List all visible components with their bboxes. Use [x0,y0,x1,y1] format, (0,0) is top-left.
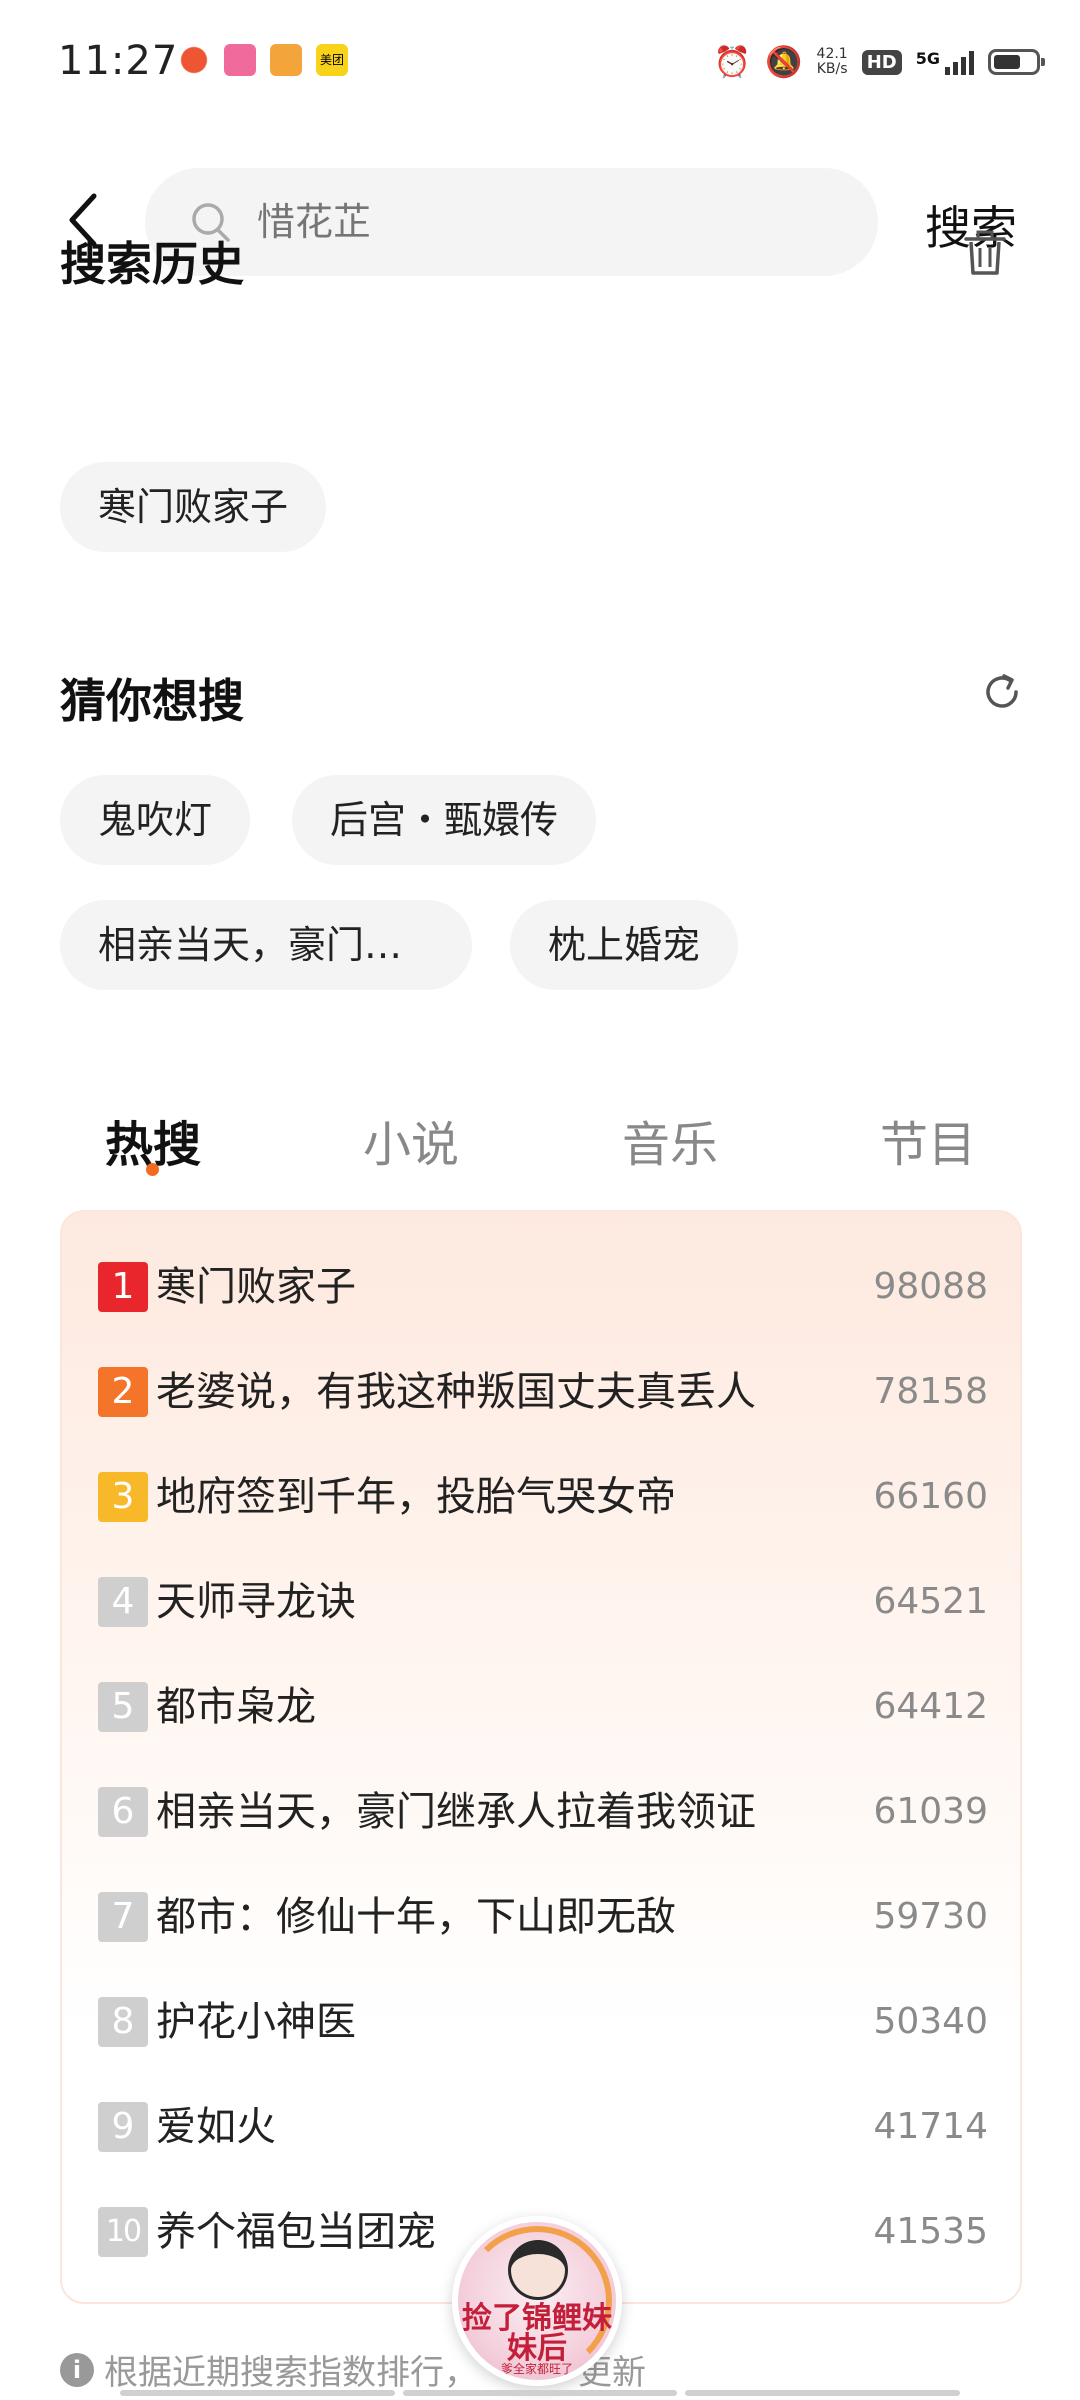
bilibili-notification-icon [224,44,256,76]
rank-title: 护花小神医 [156,1999,356,2045]
tab-music[interactable]: 音乐 [622,1105,718,1175]
search-bar[interactable] [145,168,878,276]
rank-title: 都市枭龙 [156,1684,316,1730]
active-tab-indicator [146,1163,159,1176]
refresh-icon [986,674,1018,708]
rank-count: 98088 [873,1266,988,1307]
game-notification-icon [270,44,302,76]
hot-search-row[interactable]: 2 老婆说，有我这种叛国丈夫真丢人 78158 [98,1367,988,1427]
history-title: 搜索历史 [60,237,244,291]
tab-programs[interactable]: 节目 [880,1105,976,1175]
rank-count: 66160 [873,1476,988,1517]
rank-badge: 8 [98,1997,148,2047]
rank-badge: 1 [98,1262,148,1312]
hot-search-list: 1 寒门败家子 98088 2 老婆说，有我这种叛国丈夫真丢人 78158 3 … [60,1210,1022,2304]
search-input[interactable] [257,168,817,276]
app-notification-icon [178,44,210,76]
cover-subtitle: 爹全家都旺了 [500,2362,573,2376]
rank-title: 寒门败家子 [156,1264,356,1310]
clear-history-button[interactable] [960,228,1010,278]
alarm-icon: ⏰ [713,44,752,80]
guess-chip[interactable]: 后宫・甄嬛传 [292,775,597,865]
rank-count: 41714 [873,2106,988,2147]
gesture-bar [120,2390,961,2396]
info-icon: i [60,2352,94,2387]
rank-title: 爱如火 [156,2104,276,2150]
hot-search-row[interactable]: 6 相亲当天，豪门继承人拉着我领证 61039 [98,1787,988,1847]
floating-player-cover[interactable]: 捡了锦鲤妹妹后 爹全家都旺了 [452,2216,622,2386]
guess-chip[interactable]: 相亲当天，豪门… [60,900,472,990]
rank-badge: 3 [98,1472,148,1522]
rank-count: 64521 [873,1581,988,1622]
rank-title: 地府签到千年，投胎气哭女帝 [156,1474,676,1520]
rank-title: 天师寻龙诀 [156,1579,356,1625]
guess-title: 猜你想搜 [60,674,244,728]
rank-count: 64412 [873,1686,988,1727]
mute-bell-icon: 🔕 [765,44,803,80]
guess-chip[interactable]: 鬼吹灯 [60,775,251,865]
rank-title: 养个福包当团宠 [156,2209,436,2255]
hot-search-row[interactable]: 1 寒门败家子 98088 [98,1262,988,1322]
rank-badge: 9 [98,2102,148,2152]
hot-search-row[interactable]: 7 都市：修仙十年，下山即无敌 59730 [98,1892,988,1952]
rank-count: 41535 [873,2211,988,2252]
search-page: 11:27 美团 ⏰ 🔕 42.1 KB/s HD 5G 惜花芷 搜索 搜索历史… [0,0,1080,2400]
rank-count: 59730 [873,1896,988,1937]
hot-search-row[interactable]: 3 地府签到千年，投胎气哭女帝 66160 [98,1472,988,1532]
trash-icon [964,230,1006,275]
rank-badge: 2 [98,1367,148,1417]
system-icons: ⏰ 🔕 42.1 KB/s HD 5G [713,42,1045,82]
signal-icon: 5G [916,49,974,75]
rank-badge: 7 [98,1892,148,1942]
hot-search-row[interactable]: 8 护花小神医 50340 [98,1997,988,2057]
rank-title: 老婆说，有我这种叛国丈夫真丢人 [156,1369,756,1415]
rank-badge: 4 [98,1577,148,1627]
history-chip[interactable]: 寒门败家子 [60,462,327,552]
rank-badge: 6 [98,1787,148,1837]
rank-badge: 5 [98,1682,148,1732]
hot-search-row[interactable]: 9 爱如火 41714 [98,2102,988,2162]
rank-title: 相亲当天，豪门继承人拉着我领证 [156,1789,756,1835]
hd-badge: HD [861,49,902,75]
status-bar: 11:27 美团 ⏰ 🔕 42.1 KB/s HD 5G [0,0,1080,120]
rank-count: 50340 [873,2001,988,2042]
rank-title: 都市：修仙十年，下山即无敌 [156,1894,676,1940]
hot-search-row[interactable]: 4 天师寻龙诀 64521 [98,1577,988,1637]
battery-icon [988,49,1045,75]
meituan-notification-icon: 美团 [316,44,348,76]
rank-count: 78158 [873,1371,988,1412]
refresh-button[interactable] [980,670,1024,714]
notification-icons: 美团 [178,44,348,76]
cover-title: 捡了锦鲤妹妹后 [462,2301,612,2366]
guess-chip[interactable]: 枕上婚宠 [510,900,739,990]
status-time: 11:27 [58,38,179,84]
tab-novels[interactable]: 小说 [363,1105,459,1175]
hot-search-row[interactable]: 5 都市枭龙 64412 [98,1682,988,1742]
cover-art [508,2240,568,2300]
rank-badge: 10 [98,2207,148,2257]
rank-count: 61039 [873,1791,988,1832]
network-speed: 42.1 KB/s [816,46,848,77]
